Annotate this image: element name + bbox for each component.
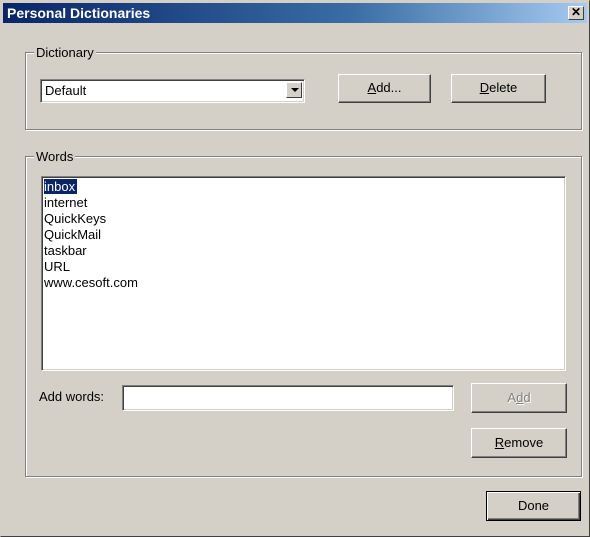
add-words-label: Add words: [39, 389, 105, 404]
add-dictionary-button[interactable]: Add... [338, 74, 431, 103]
add-word-label: Add [507, 390, 531, 405]
list-item[interactable]: internet [44, 195, 565, 211]
list-item-text: www.cesoft.com [44, 275, 138, 290]
delete-dictionary-label: Delete [479, 80, 518, 95]
personal-dictionaries-dialog: Personal Dictionaries ✕ Dictionary Defau… [0, 0, 590, 537]
remove-word-label: Remove [494, 435, 544, 450]
add-word-button[interactable]: Add [471, 383, 567, 413]
close-icon: ✕ [570, 5, 582, 19]
list-item-text: QuickKeys [44, 211, 107, 226]
list-item-text: QuickMail [44, 227, 102, 242]
title-bar[interactable]: Personal Dictionaries ✕ [3, 3, 587, 23]
list-item[interactable]: inbox [42, 178, 565, 195]
list-item-text: inbox [42, 178, 79, 195]
dictionary-select[interactable]: Default [40, 79, 305, 103]
dictionary-group-label: Dictionary [34, 45, 96, 60]
words-group: Words inbox internet QuickKeys QuickMail tas… [25, 149, 582, 477]
remove-word-button[interactable]: Remove [471, 428, 567, 458]
done-button[interactable]: Done [486, 491, 581, 521]
words-list[interactable]: inbox internet QuickKeys QuickMail taskbar UR… [41, 176, 566, 371]
list-item[interactable]: URL [44, 259, 565, 275]
list-item[interactable]: taskbar [44, 243, 565, 259]
dictionary-select-value: Default [45, 83, 87, 98]
list-item-text: URL [44, 259, 71, 274]
list-item-text: taskbar [44, 243, 87, 258]
close-button[interactable]: ✕ [568, 6, 584, 20]
chevron-down-icon[interactable] [286, 82, 302, 98]
list-item[interactable]: QuickMail [44, 227, 565, 243]
done-label: Done [517, 498, 550, 513]
dictionary-group: Dictionary Default Add... Delete [25, 45, 582, 130]
list-item[interactable]: QuickKeys [44, 211, 565, 227]
add-words-input[interactable] [122, 385, 454, 411]
list-item-text: internet [44, 195, 88, 210]
window-title: Personal Dictionaries [7, 5, 151, 21]
list-item[interactable]: www.cesoft.com [44, 275, 565, 291]
add-dictionary-label: Add... [367, 80, 402, 95]
words-group-label: Words [34, 149, 76, 164]
delete-dictionary-button[interactable]: Delete [451, 74, 546, 103]
